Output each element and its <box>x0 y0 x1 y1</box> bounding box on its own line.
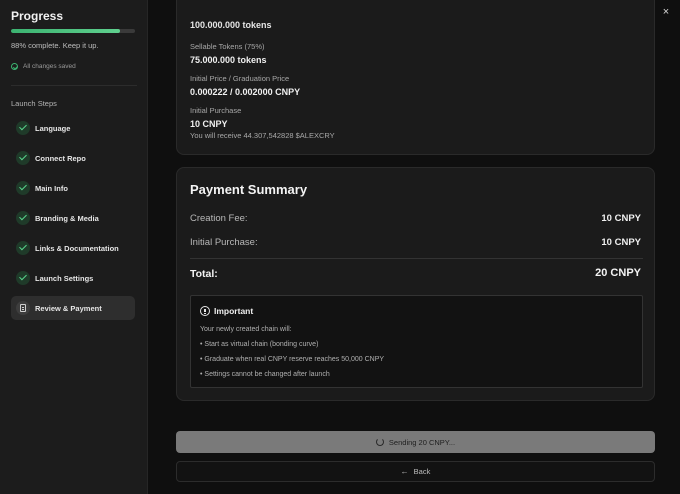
check-icon <box>16 241 30 255</box>
step-language[interactable]: Language <box>11 116 135 140</box>
progress-text: 88% complete. Keep it up. <box>11 41 99 50</box>
payment-summary-title: Payment Summary <box>190 182 308 197</box>
sidebar-divider <box>11 85 137 86</box>
close-icon[interactable]: × <box>659 5 673 19</box>
check-icon <box>16 181 30 195</box>
total-value: 20 CNPY <box>595 267 641 279</box>
check-icon <box>16 151 30 165</box>
check-icon <box>16 211 30 225</box>
important-title: Important <box>214 306 254 316</box>
save-status-label: All changes saved <box>23 63 76 70</box>
important-header: Important <box>200 306 253 316</box>
initial-purchase-fee-label: Initial Purchase: <box>190 237 258 248</box>
progress-bar-fill <box>11 29 121 33</box>
total-supply-value: 100.000.000 tokens <box>190 20 272 30</box>
important-notice: Important Your newly created chain will:… <box>190 295 643 388</box>
creation-fee-label: Creation Fee: <box>190 213 248 224</box>
step-label: Links & Documentation <box>35 243 119 253</box>
important-item: • Graduate when real CNPY reserve reache… <box>200 356 385 363</box>
sidebar: Progress 88% complete. Keep it up. All c… <box>0 0 148 494</box>
check-circle-icon <box>11 63 18 70</box>
document-icon <box>16 301 30 315</box>
important-intro: Your newly created chain will: <box>200 326 292 333</box>
check-icon <box>16 121 30 135</box>
spinner-icon <box>375 438 384 446</box>
check-icon <box>16 271 30 285</box>
arrow-left-icon: ← <box>400 467 409 476</box>
back-button[interactable]: ← Back <box>176 461 655 482</box>
progress-bar <box>11 29 135 33</box>
initial-purchase-label: Initial Purchase <box>190 106 242 115</box>
step-label: Branding & Media <box>35 213 99 223</box>
step-main-info[interactable]: Main Info <box>11 176 135 200</box>
step-links-documentation[interactable]: Links & Documentation <box>11 236 135 260</box>
sellable-tokens-value: 75.000.000 tokens <box>190 55 267 65</box>
total-label: Total: <box>190 268 218 280</box>
step-label: Language <box>35 123 71 133</box>
token-details-card: 100.000.000 tokens Sellable Tokens (75%)… <box>176 0 655 155</box>
initial-purchase-fee-value: 10 CNPY <box>601 237 641 248</box>
important-item: • Settings cannot be changed after launc… <box>200 371 330 378</box>
step-review-payment[interactable]: Review & Payment <box>11 296 135 320</box>
sidebar-title: Progress <box>11 9 64 23</box>
step-branding-media[interactable]: Branding & Media <box>11 206 135 230</box>
creation-fee-value: 10 CNPY <box>601 213 641 224</box>
step-label: Main Info <box>35 183 68 193</box>
info-icon <box>200 306 210 316</box>
initial-purchase-value: 10 CNPY <box>190 119 228 129</box>
step-launch-settings[interactable]: Launch Settings <box>11 266 135 290</box>
launch-steps-list: Language Connect Repo Main Info Branding… <box>11 116 135 326</box>
summary-divider <box>190 258 643 259</box>
step-connect-repo[interactable]: Connect Repo <box>11 146 135 170</box>
sending-payment-button[interactable]: Sending 20 CNPY... <box>176 431 655 453</box>
step-label: Connect Repo <box>35 153 86 163</box>
sending-label: Sending 20 CNPY... <box>388 437 456 447</box>
save-status: All changes saved <box>11 63 76 70</box>
steps-heading: Launch Steps <box>11 99 57 108</box>
back-label: Back <box>413 467 431 476</box>
price-value: 0.000222 / 0.002000 CNPY <box>190 87 301 97</box>
receive-text: You will receive 44.307,542828 $ALEXCRY <box>190 131 335 140</box>
important-item: • Start as virtual chain (bonding curve) <box>200 341 319 348</box>
price-label: Initial Price / Graduation Price <box>190 74 290 83</box>
payment-summary-card: Payment Summary Creation Fee: 10 CNPY In… <box>176 167 655 401</box>
step-label: Launch Settings <box>35 273 94 283</box>
sellable-tokens-label: Sellable Tokens (75%) <box>190 42 265 51</box>
step-label: Review & Payment <box>35 303 102 313</box>
